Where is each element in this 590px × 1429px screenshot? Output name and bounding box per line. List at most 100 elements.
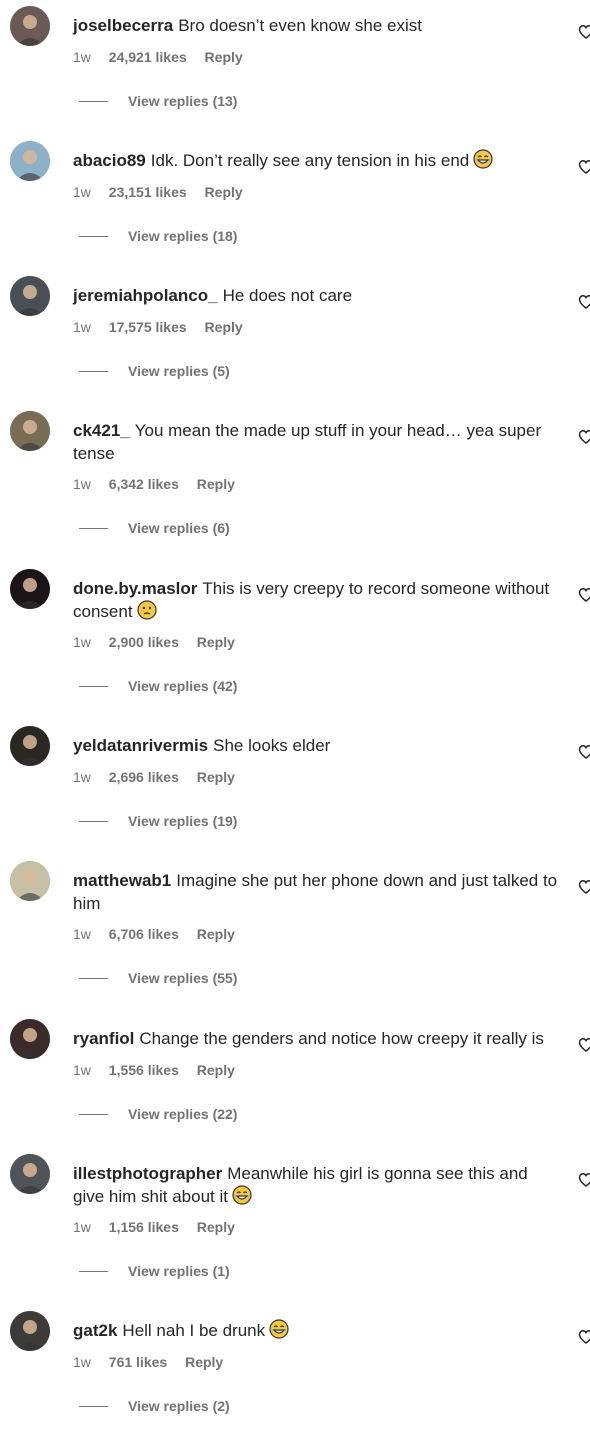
reply-button[interactable]: Reply [197,1219,235,1235]
avatar[interactable] [10,1019,50,1059]
view-replies-button[interactable]: View replies (19) [79,813,237,829]
reply-button[interactable]: Reply [197,476,235,492]
view-replies-button[interactable]: View replies (55) [79,970,237,986]
comment-likes[interactable]: 1,556 likes [109,1062,179,1078]
comment-likes[interactable]: 24,921 likes [109,49,187,65]
view-replies-button[interactable]: View replies (6) [79,520,230,536]
comment-text-block: gat2k Hell nah I be drunk [73,1319,563,1342]
comment-text-block: jeremiahpolanco_ He does not care [73,284,563,307]
like-heart-icon[interactable] [578,1329,590,1345]
comment-username[interactable]: gat2k [73,1321,117,1340]
view-replies-label: View replies (1) [128,1263,230,1279]
comment-username[interactable]: matthewab1 [73,871,171,890]
like-heart-icon[interactable] [578,429,590,445]
like-heart-icon[interactable] [578,1172,590,1188]
view-replies-label: View replies (55) [128,970,238,986]
comment-text: He does not care [222,286,353,305]
like-heart-icon[interactable] [578,294,590,310]
comment-age: 1w [73,1354,91,1370]
reply-button[interactable]: Reply [205,319,243,335]
comment-age: 1w [73,1219,91,1235]
comment-age: 1w [73,769,91,785]
reply-button[interactable]: Reply [197,634,235,650]
like-heart-icon[interactable] [578,879,590,895]
comment-text-block: matthewab1 Imagine she put her phone down… [73,869,563,915]
comment-likes[interactable]: 2,696 likes [109,769,179,785]
reply-button[interactable]: Reply [205,49,243,65]
replies-divider [79,820,108,822]
comment-username[interactable]: ck421_ [73,421,130,440]
comment-meta: 1w 6,342 likes Reply [73,476,249,492]
reply-button[interactable]: Reply [205,184,243,200]
comment-likes[interactable]: 1,156 likes [109,1219,179,1235]
reply-button[interactable]: Reply [197,926,235,942]
comment-text-block: yeldatanrivermis She looks elder [73,734,563,757]
avatar-image [10,1019,50,1059]
replies-divider [79,977,108,979]
comment-likes[interactable]: 6,706 likes [109,926,179,942]
view-replies-button[interactable]: View replies (1) [79,1263,230,1279]
view-replies-label: View replies (5) [128,363,230,379]
view-replies-button[interactable]: View replies (13) [79,93,237,109]
laughing-emoji [473,149,493,169]
avatar-image [10,1311,50,1351]
reply-button[interactable]: Reply [197,769,235,785]
avatar[interactable] [10,6,50,46]
avatar[interactable] [10,726,50,766]
avatar-image [10,411,50,451]
comment-meta: 1w 6,706 likes Reply [73,926,249,942]
view-replies-label: View replies (2) [128,1398,230,1414]
reply-button[interactable]: Reply [197,1062,235,1078]
avatar[interactable] [10,569,50,609]
view-replies-label: View replies (13) [128,93,238,109]
avatar[interactable] [10,141,50,181]
avatar-image [10,726,50,766]
comment-age: 1w [73,926,91,942]
comment-username[interactable]: abacio89 [73,151,146,170]
comment-age: 1w [73,49,91,65]
comment-username[interactable]: ryanfiol [73,1029,134,1048]
like-heart-icon[interactable] [578,24,590,40]
comment-likes[interactable]: 761 likes [109,1354,167,1370]
view-replies-button[interactable]: View replies (42) [79,678,237,694]
avatar[interactable] [10,861,50,901]
view-replies-button[interactable]: View replies (22) [79,1106,237,1122]
comment-text-block: done.by.maslor This is very creepy to rec… [73,577,563,623]
view-replies-button[interactable]: View replies (18) [79,228,237,244]
view-replies-button[interactable]: View replies (5) [79,363,230,379]
avatar-image [10,569,50,609]
comment-username[interactable]: illestphotographer [73,1164,222,1183]
replies-divider [79,1270,108,1272]
like-heart-icon[interactable] [578,159,590,175]
comment-username[interactable]: done.by.maslor [73,579,197,598]
comment-age: 1w [73,184,91,200]
comment-username[interactable]: yeldatanrivermis [73,736,208,755]
comment-meta: 1w 2,900 likes Reply [73,634,249,650]
comment-username[interactable]: jeremiahpolanco_ [73,286,218,305]
reply-button[interactable]: Reply [185,1354,223,1370]
comment-likes[interactable]: 17,575 likes [109,319,187,335]
avatar[interactable] [10,1311,50,1351]
avatar[interactable] [10,1154,50,1194]
view-replies-label: View replies (6) [128,520,230,536]
comment-username[interactable]: joselbecerra [73,16,173,35]
avatar-image [10,276,50,316]
avatar[interactable] [10,411,50,451]
comment-likes[interactable]: 2,900 likes [109,634,179,650]
avatar[interactable] [10,276,50,316]
comment-text: She looks elder [213,736,331,755]
comment-likes[interactable]: 23,151 likes [109,184,187,200]
replies-divider [79,527,108,529]
comment-text: Change the genders and notice how creepy… [139,1029,544,1048]
comment-age: 1w [73,319,91,335]
avatar-image [10,141,50,181]
comment-likes[interactable]: 6,342 likes [109,476,179,492]
like-heart-icon[interactable] [578,1037,590,1053]
comment-age: 1w [73,634,91,650]
avatar-image [10,6,50,46]
view-replies-button[interactable]: View replies (2) [79,1398,230,1414]
comment-text-block: illestphotographer Meanwhile his girl is … [73,1162,563,1208]
like-heart-icon[interactable] [578,587,590,603]
confused-emoji [136,600,157,620]
like-heart-icon[interactable] [578,744,590,760]
